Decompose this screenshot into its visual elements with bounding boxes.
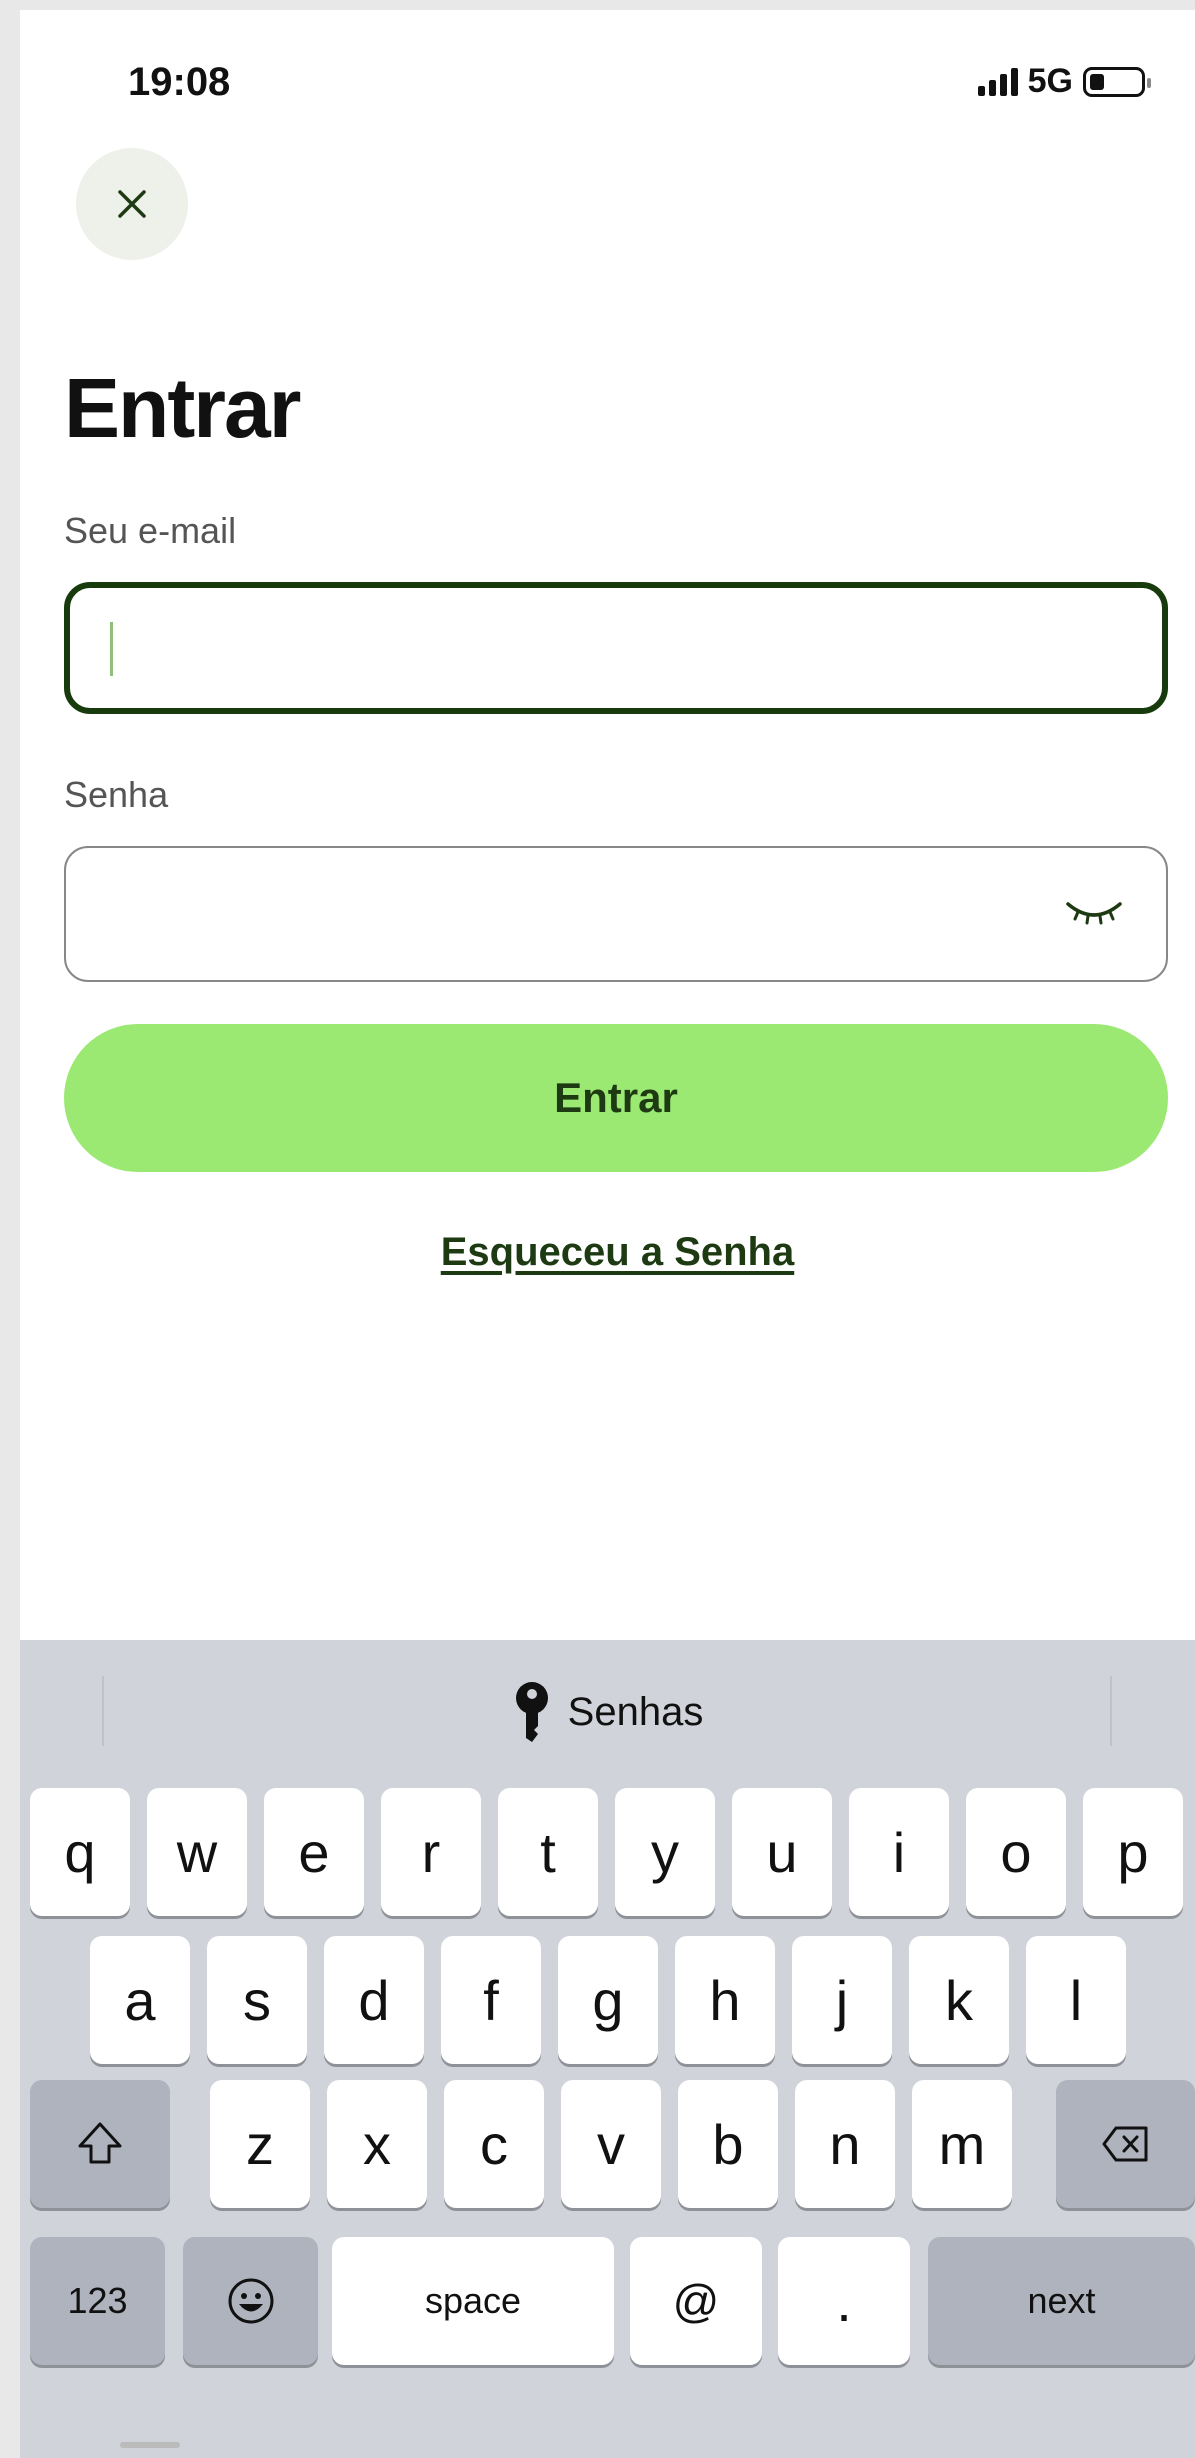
text-caret <box>110 622 113 676</box>
backspace-icon <box>1102 2126 1147 2162</box>
battery-icon <box>1083 66 1151 97</box>
phone-screen: 19:08 5G Entrar Seu e-mail Senha Entrar … <box>20 10 1195 2458</box>
passwords-suggestion-label: Senhas <box>567 1689 704 1734</box>
key-icon <box>515 1682 548 1742</box>
key-o[interactable]: o <box>966 1788 1066 1916</box>
signal-icon <box>977 67 1018 96</box>
keyboard: Senhas qwertyuiop asdfghjkl zxcvbnm 123 <box>20 1640 1195 2458</box>
forgot-password-link[interactable]: Esqueceu a Senha <box>20 1230 1195 1275</box>
key-x[interactable]: x <box>327 2080 427 2208</box>
key-m[interactable]: m <box>912 2080 1012 2208</box>
close-button[interactable] <box>76 148 188 260</box>
key-u[interactable]: u <box>732 1788 832 1916</box>
next-key[interactable]: next <box>928 2237 1195 2365</box>
space-key[interactable]: space <box>332 2237 614 2365</box>
eye-closed-icon[interactable] <box>1062 892 1126 932</box>
page-title: Entrar <box>64 361 301 455</box>
key-l[interactable]: l <box>1026 1936 1126 2064</box>
key-f[interactable]: f <box>441 1936 541 2064</box>
key-y[interactable]: y <box>615 1788 715 1916</box>
key-j[interactable]: j <box>792 1936 892 2064</box>
passwords-suggestion[interactable]: Senhas <box>20 1680 1195 1744</box>
key-b[interactable]: b <box>678 2080 778 2208</box>
shift-icon <box>78 2122 122 2164</box>
delete-key[interactable] <box>1056 2080 1195 2208</box>
login-button[interactable]: Entrar <box>64 1024 1168 1172</box>
at-key[interactable]: @ <box>630 2237 762 2365</box>
key-g[interactable]: g <box>558 1936 658 2064</box>
keyboard-suggestion-bar: Senhas <box>20 1640 1195 1780</box>
key-e[interactable]: e <box>264 1788 364 1916</box>
key-c[interactable]: c <box>444 2080 544 2208</box>
key-z[interactable]: z <box>210 2080 310 2208</box>
shift-key[interactable] <box>30 2080 170 2208</box>
email-label: Seu e-mail <box>64 510 237 551</box>
status-icons: 5G <box>977 62 1151 101</box>
network-label: 5G <box>1027 62 1073 100</box>
numbers-key[interactable]: 123 <box>30 2237 165 2365</box>
email-field[interactable] <box>64 582 1168 714</box>
key-s[interactable]: s <box>207 1936 307 2064</box>
home-indicator <box>120 2442 180 2448</box>
password-label: Senha <box>64 774 169 815</box>
emoji-key[interactable] <box>183 2237 318 2365</box>
key-t[interactable]: t <box>498 1788 598 1916</box>
key-q[interactable]: q <box>30 1788 130 1916</box>
password-field[interactable] <box>64 846 1168 982</box>
key-a[interactable]: a <box>90 1936 190 2064</box>
key-r[interactable]: r <box>381 1788 481 1916</box>
key-i[interactable]: i <box>849 1788 949 1916</box>
emoji-icon <box>228 2278 273 2324</box>
key-d[interactable]: d <box>324 1936 424 2064</box>
key-h[interactable]: h <box>675 1936 775 2064</box>
key-w[interactable]: w <box>147 1788 247 1916</box>
key-k[interactable]: k <box>909 1936 1009 2064</box>
key-v[interactable]: v <box>561 2080 661 2208</box>
key-p[interactable]: p <box>1083 1788 1183 1916</box>
key-n[interactable]: n <box>795 2080 895 2208</box>
dot-key[interactable]: . <box>778 2237 910 2365</box>
close-icon <box>118 190 146 218</box>
status-time: 19:08 <box>128 60 231 104</box>
